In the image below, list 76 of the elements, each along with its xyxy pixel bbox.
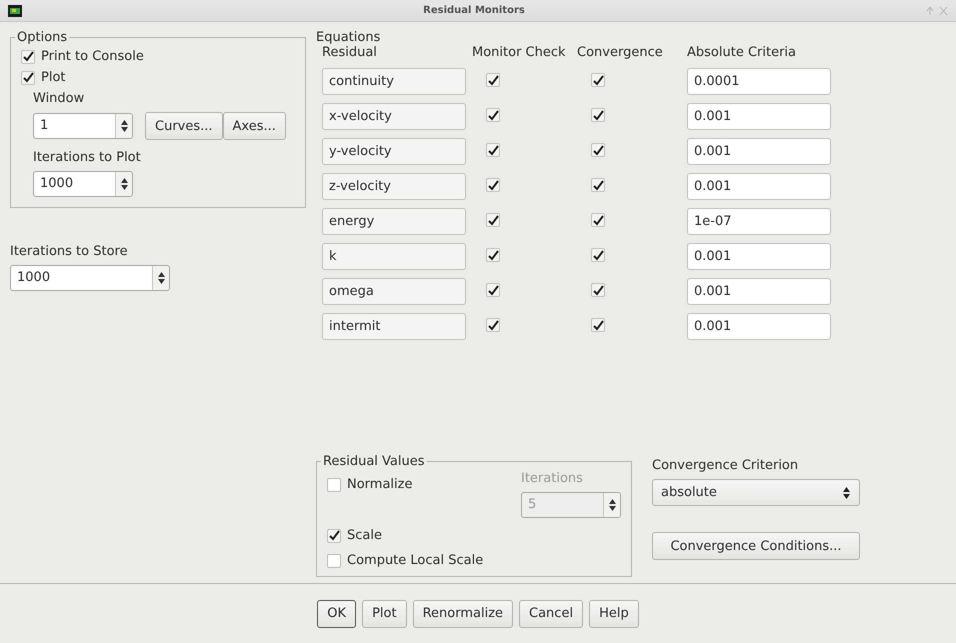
column-header: Absolute Criteria <box>687 45 798 60</box>
residual-name: y-velocity <box>322 138 466 165</box>
check-icon <box>488 74 498 86</box>
criteria-field[interactable]: 0.0001 <box>687 68 831 95</box>
convergence-conditions-button[interactable]: Convergence Conditions... <box>652 532 860 560</box>
field-label: Iterations to Plot <box>33 150 141 165</box>
check-icon <box>488 180 498 191</box>
residual-name: energy <box>322 208 466 235</box>
check-icon <box>488 284 498 296</box>
criterion-dropdown[interactable]: absolute <box>652 479 860 506</box>
column-header: Convergence <box>577 45 664 60</box>
check-icon <box>488 110 498 121</box>
spin-arrows-icon[interactable] <box>156 271 166 285</box>
column-header: Monitor Check <box>472 45 567 60</box>
check-icon <box>488 250 498 261</box>
check-icon <box>592 214 604 226</box>
dialog-button[interactable]: OK <box>317 600 356 628</box>
criteria-field[interactable]: 0.001 <box>687 138 831 165</box>
check-icon <box>592 180 604 191</box>
dialog-button[interactable]: Help <box>589 600 639 628</box>
dialog-button[interactable]: Plot <box>362 600 407 628</box>
residual-name: z-velocity <box>322 173 466 200</box>
section-title: Equations <box>316 30 382 45</box>
column-header: Residual <box>322 45 378 60</box>
field-label: Convergence Criterion <box>652 458 800 473</box>
checkbox[interactable] <box>327 554 341 568</box>
dialog-button[interactable]: Cancel <box>519 600 584 628</box>
dialog-button[interactable]: Renormalize <box>412 600 514 628</box>
check-icon <box>592 320 604 331</box>
check-icon <box>592 74 604 86</box>
dialog-button[interactable]: Axes... <box>222 112 286 140</box>
checkbox[interactable] <box>21 70 35 84</box>
number-spinner[interactable]: 1 <box>33 113 133 139</box>
dialog-button[interactable]: Curves... <box>145 112 223 140</box>
check-icon <box>22 72 34 83</box>
number-spinner[interactable]: 1000 <box>33 171 133 197</box>
checkbox-label: Scale <box>347 528 382 543</box>
group-title: Options <box>16 30 68 45</box>
checkbox[interactable] <box>21 50 35 64</box>
field-label: Iterations <box>521 471 584 486</box>
criteria-field[interactable]: 0.001 <box>687 278 831 305</box>
spin-arrows-icon[interactable] <box>120 119 128 133</box>
spin-arrows-icon[interactable] <box>608 498 616 512</box>
check-icon <box>488 144 498 156</box>
window-title: Residual Monitors <box>422 5 526 16</box>
spin-arrows-icon[interactable] <box>120 177 128 191</box>
checkbox[interactable] <box>327 478 341 492</box>
residual-name: k <box>322 243 466 270</box>
residual-name: intermit <box>322 313 466 340</box>
checkbox-label: Compute Local Scale <box>347 553 484 568</box>
checkbox-label: Print to Console <box>41 49 144 64</box>
field-label: Iterations to Store <box>10 244 128 259</box>
residual-name: x-velocity <box>322 103 466 130</box>
number-spinner[interactable]: 1000 <box>10 265 170 291</box>
residual-name: continuity <box>322 68 466 95</box>
check-icon <box>488 320 498 331</box>
field-label: Window <box>33 91 84 106</box>
criteria-field[interactable]: 1e-07 <box>687 208 831 235</box>
checkbox-label: Normalize <box>347 477 412 492</box>
dropdown-arrows-icon <box>842 486 851 498</box>
check-icon <box>592 284 604 296</box>
app-icon <box>8 4 22 16</box>
check-icon <box>488 214 498 226</box>
group-title: Residual Values <box>322 454 426 469</box>
criteria-field[interactable]: 0.001 <box>687 173 831 200</box>
criteria-field[interactable]: 0.001 <box>687 243 831 270</box>
check-icon <box>328 530 340 541</box>
check-icon <box>592 144 604 156</box>
residual-name: omega <box>322 278 466 305</box>
check-icon <box>592 110 604 121</box>
checkbox[interactable] <box>327 528 341 542</box>
checkbox-label: Plot <box>41 70 66 85</box>
criteria-field[interactable]: 0.001 <box>687 103 831 130</box>
check-icon <box>22 51 34 62</box>
criteria-field[interactable]: 0.001 <box>687 313 831 340</box>
check-icon <box>592 250 604 261</box>
